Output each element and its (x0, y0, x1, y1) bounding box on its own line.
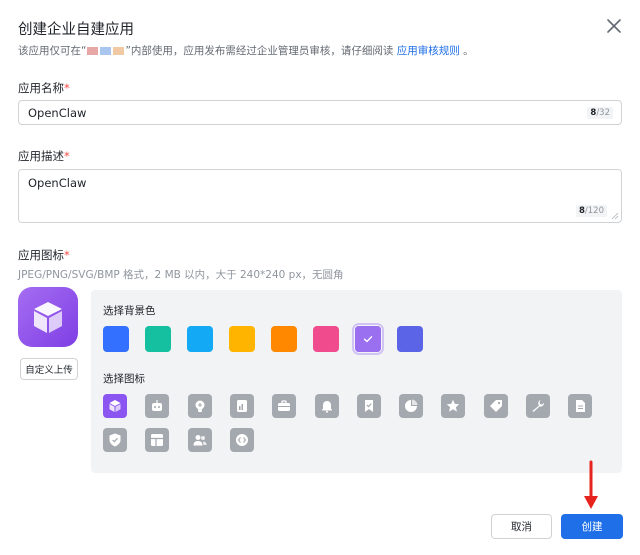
color-swatch[interactable] (103, 326, 129, 352)
app-desc-value: OpenClaw (28, 176, 87, 190)
bell-icon (321, 401, 332, 413)
icon-option[interactable] (103, 394, 127, 418)
tag-icon (489, 400, 502, 412)
robot-icon (152, 400, 163, 411)
app-icon-preview (18, 287, 78, 347)
check-icon (363, 336, 373, 343)
icon-option[interactable] (229, 428, 254, 452)
app-icon-hint: JPEG/PNG/SVG/BMP 格式，2 MB 以内，大于 240*240 p… (18, 269, 344, 281)
subtitle-prefix: 该应用仅可在“ (18, 45, 87, 57)
icon-picker-panel: 选择背景色 选择图标 (91, 290, 622, 473)
resize-handle-icon[interactable] (611, 212, 619, 220)
cancel-button[interactable]: 取消 (491, 514, 552, 539)
color-swatch[interactable] (313, 326, 339, 352)
color-swatch[interactable] (271, 326, 297, 352)
bg-color-label: 选择背景色 (103, 305, 156, 317)
subtitle-suffix: 。 (463, 45, 474, 57)
color-swatch[interactable] (145, 326, 171, 352)
icon-option[interactable] (187, 428, 212, 452)
icon-option[interactable] (441, 394, 466, 418)
file-icon (576, 400, 586, 412)
icon-option[interactable] (187, 394, 212, 418)
counter-max: /32 (596, 108, 610, 118)
app-icon-label: 应用图标* (18, 247, 70, 263)
wrench-icon (532, 400, 545, 412)
bookmark-check-icon (364, 400, 373, 412)
required-mark: * (64, 149, 70, 163)
counter-max: /120 (584, 206, 604, 216)
code-icon (235, 434, 248, 446)
color-swatch[interactable] (187, 326, 213, 352)
app-name-label: 应用名称* (18, 80, 70, 96)
cube-icon (34, 302, 62, 333)
custom-upload-button[interactable]: 自定义上传 (20, 358, 78, 380)
icon-option[interactable] (483, 394, 508, 418)
icon-option[interactable] (399, 394, 424, 418)
redacted-block (113, 47, 125, 55)
color-swatches (103, 323, 439, 355)
app-name-counter: 8/32 (587, 107, 613, 119)
icon-option[interactable] (272, 394, 297, 418)
icon-option[interactable] (229, 394, 254, 418)
subtitle-middle: ”内部使用，应用发布需经过企业管理员审核，请仔细阅读 (125, 45, 394, 57)
app-name-value: OpenClaw (28, 106, 87, 120)
icon-option[interactable] (103, 428, 127, 452)
dialog-subtitle: 该应用仅可在“ ”内部使用，应用发布需经过企业管理员审核，请仔细阅读 应用审核规则… (18, 43, 474, 58)
review-rules-link[interactable]: 应用审核规则 (397, 45, 460, 57)
app-name-input[interactable]: OpenClaw 8/32 (18, 100, 622, 125)
cube-icon (109, 400, 121, 412)
star-icon (447, 399, 460, 412)
briefcase-icon (278, 400, 291, 411)
color-swatch[interactable] (397, 326, 423, 352)
red-arrow-annotation (584, 460, 598, 509)
bulb-icon (195, 400, 205, 412)
app-name-label-text: 应用名称 (18, 81, 64, 95)
create-button[interactable]: 创建 (561, 514, 623, 539)
shield-check-icon (109, 433, 121, 447)
app-desc-label-text: 应用描述 (18, 149, 64, 163)
redacted-block (100, 47, 112, 55)
icon-option[interactable] (526, 394, 550, 418)
dialog-title: 创建企业自建应用 (18, 22, 134, 38)
redacted-block (87, 47, 99, 55)
document-chart-icon (236, 400, 247, 412)
icon-option[interactable] (314, 394, 339, 418)
icon-option[interactable] (356, 394, 381, 418)
close-icon[interactable] (604, 16, 624, 36)
required-mark: * (64, 248, 70, 262)
create-app-dialog: 创建企业自建应用 该应用仅可在“ ”内部使用，应用发布需经过企业管理员审核，请仔细… (0, 0, 640, 555)
icon-option[interactable] (145, 428, 170, 452)
app-desc-label: 应用描述* (18, 148, 70, 164)
app-desc-textarea[interactable]: OpenClaw 8/120 (18, 169, 622, 223)
icon-select-label: 选择图标 (103, 373, 145, 385)
app-icon-label-text: 应用图标 (18, 248, 64, 262)
icon-option[interactable] (568, 394, 593, 418)
people-icon (193, 435, 207, 446)
layout-icon (151, 434, 164, 446)
color-swatch[interactable] (229, 326, 255, 352)
icon-option[interactable] (145, 394, 170, 418)
pie-chart-icon (405, 399, 418, 412)
color-swatch[interactable] (352, 323, 384, 355)
app-desc-counter: 8/120 (575, 205, 607, 217)
required-mark: * (64, 81, 70, 95)
